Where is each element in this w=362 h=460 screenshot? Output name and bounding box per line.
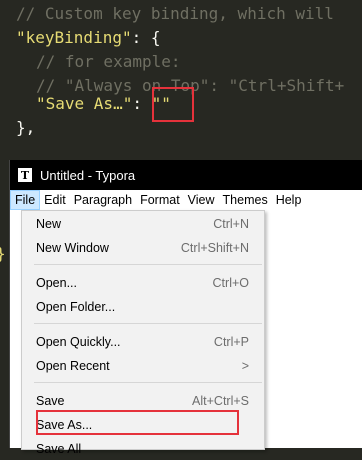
typora-window: T Untitled - Typora File Edit Paragraph … xyxy=(10,160,362,456)
json-key: "keyBinding" xyxy=(16,28,132,47)
menu-item-shortcut: Ctrl+P xyxy=(213,335,249,349)
menu-item-label: Save xyxy=(36,394,65,408)
menu-separator xyxy=(34,382,262,383)
menu-item-new-window[interactable]: New Window Ctrl+Shift+N xyxy=(22,237,264,259)
highlight-box-value xyxy=(152,87,194,122)
menu-item-label: Open Folder... xyxy=(36,300,116,314)
json-punct: : xyxy=(132,94,152,113)
menu-view[interactable]: View xyxy=(184,190,219,210)
menu-item-open-folder[interactable]: Open Folder... xyxy=(22,296,264,318)
menu-separator xyxy=(34,264,262,265)
title-bar[interactable]: T Untitled - Typora xyxy=(10,160,362,190)
highlight-box-save-as xyxy=(36,410,239,435)
code-line-comment: // Custom key binding, which will xyxy=(16,4,334,23)
menu-item-open-quickly[interactable]: Open Quickly... Ctrl+P xyxy=(22,331,264,353)
menu-separator xyxy=(34,323,262,324)
menu-paragraph[interactable]: Paragraph xyxy=(70,190,136,210)
menu-item-open[interactable]: Open... Ctrl+O xyxy=(22,272,264,294)
menu-item-label: Open... xyxy=(36,276,77,290)
menu-item-shortcut: Ctrl+Shift+N xyxy=(180,241,249,255)
typora-app-icon: T xyxy=(18,168,32,182)
menu-item-label: Save All xyxy=(36,442,82,456)
code-editor[interactable]: // Custom key binding, which will "keyBi… xyxy=(0,0,362,160)
menu-format[interactable]: Format xyxy=(136,190,184,210)
menu-edit[interactable]: Edit xyxy=(40,190,70,210)
menu-item-label: New xyxy=(36,217,62,231)
submenu-arrow-icon: > xyxy=(241,359,249,373)
menu-item-label: Open Recent xyxy=(36,359,110,373)
json-key: "Save As…" xyxy=(36,94,133,113)
code-brace: } xyxy=(0,244,6,263)
json-punct: : { xyxy=(131,28,161,47)
menu-file[interactable]: File xyxy=(10,190,41,210)
menu-item-save-all[interactable]: Save All xyxy=(22,438,264,460)
editor-left-strip xyxy=(0,160,10,448)
menu-item-shortcut: Alt+Ctrl+S xyxy=(192,394,249,408)
code-line-keybinding: "keyBinding": { xyxy=(16,26,161,51)
window-title: Untitled - Typora xyxy=(40,167,136,183)
menu-item-label: New Window xyxy=(36,241,109,255)
menu-item-open-recent[interactable]: Open Recent > xyxy=(22,355,264,377)
code-line-comment: // for example: xyxy=(36,52,181,71)
code-line-close: }, xyxy=(16,118,36,137)
menu-item-save[interactable]: Save Alt+Ctrl+S xyxy=(22,390,264,412)
menu-item-label: Open Quickly... xyxy=(36,335,121,349)
menu-themes[interactable]: Themes xyxy=(219,190,272,210)
menu-help[interactable]: Help xyxy=(272,190,306,210)
menu-bar: File Edit Paragraph Format View Themes H… xyxy=(10,190,362,210)
menu-item-shortcut: Ctrl+O xyxy=(212,276,249,290)
menu-item-new[interactable]: New Ctrl+N xyxy=(22,213,264,235)
code-line-save-as: "Save As…": "" xyxy=(36,92,171,117)
menu-item-shortcut: Ctrl+N xyxy=(213,217,249,231)
